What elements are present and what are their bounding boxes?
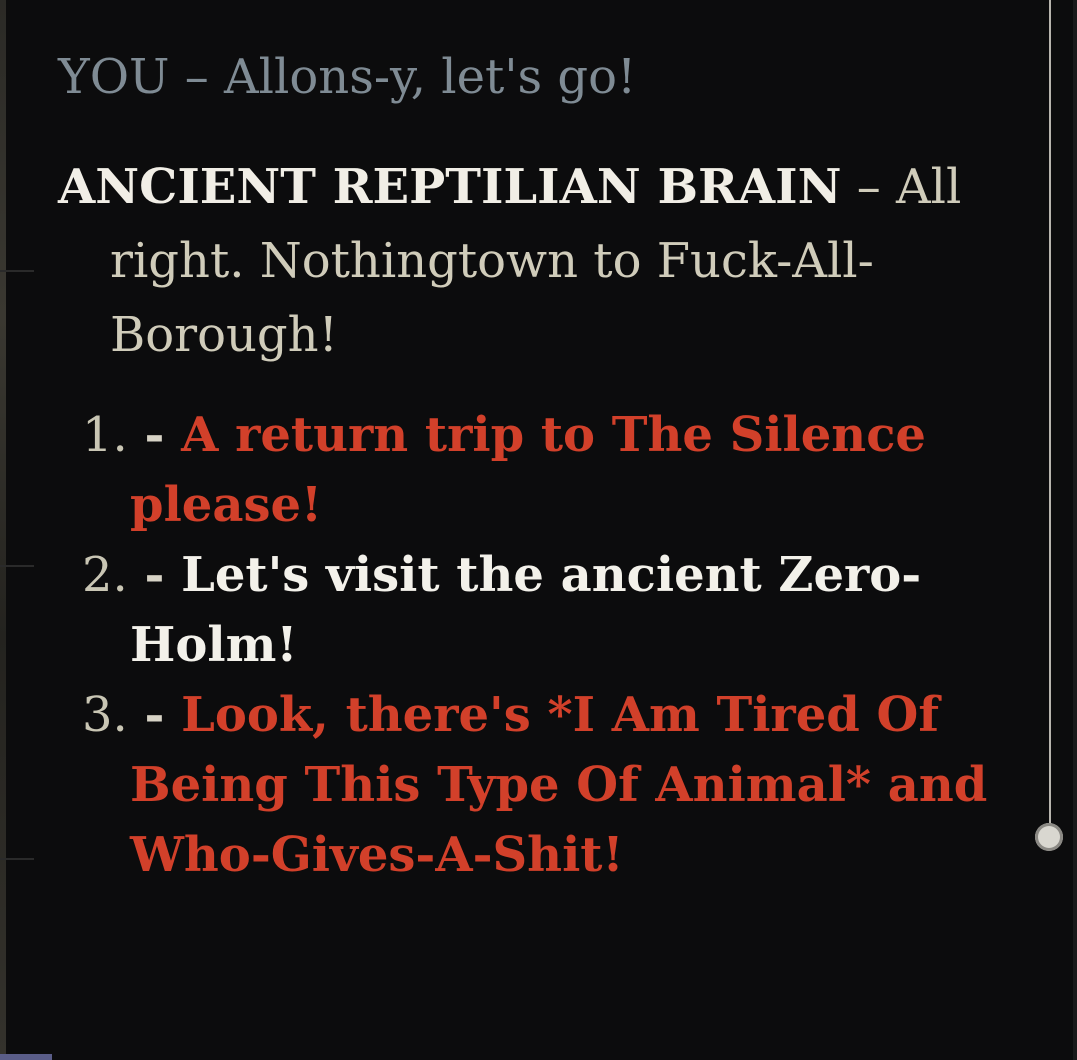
- dialogue-choice-1[interactable]: 1. - A return trip to The Silence please…: [58, 400, 1018, 540]
- scrollbar-track[interactable]: [1049, 0, 1051, 842]
- speaker-dash: –: [841, 159, 896, 215]
- choice-number: 3.: [82, 687, 128, 743]
- dialogue-choice-3[interactable]: 3. - Look, there's *I Am Tired Of Being …: [58, 680, 1018, 890]
- dialogue-choice-2[interactable]: 2. - Let's visit the ancient Zero-Holm!: [58, 540, 1018, 680]
- divider: [0, 858, 34, 860]
- dialogue-window: YOU – Allons-y, let's go! ANCIENT REPTIL…: [0, 0, 1077, 1060]
- scene-edge-bottom: [0, 1054, 52, 1060]
- choice-dash: -: [127, 687, 182, 743]
- scrollbar-handle[interactable]: [1035, 823, 1063, 851]
- choice-list: 1. - A return trip to The Silence please…: [58, 400, 1018, 890]
- player-line: YOU – Allons-y, let's go!: [58, 49, 637, 105]
- choice-dash: -: [127, 547, 182, 603]
- divider: [0, 270, 34, 272]
- divider: [0, 565, 34, 567]
- scene-edge: [0, 0, 6, 1060]
- dialogue-log: YOU – Allons-y, let's go! ANCIENT REPTIL…: [58, 42, 1018, 890]
- npc-line: ANCIENT REPTILIAN BRAIN – All right. Not…: [58, 150, 1018, 372]
- choice-text: Let's visit the ancient Zero-Holm!: [130, 547, 922, 673]
- window-edge: [1073, 0, 1077, 1060]
- choice-dash: -: [127, 407, 182, 463]
- choice-text: A return trip to The Silence please!: [130, 407, 926, 533]
- choice-number: 1.: [82, 407, 128, 463]
- speaker-name: ANCIENT REPTILIAN BRAIN: [58, 159, 842, 215]
- choice-number: 2.: [82, 547, 128, 603]
- choice-text: Look, there's *I Am Tired Of Being This …: [130, 687, 988, 883]
